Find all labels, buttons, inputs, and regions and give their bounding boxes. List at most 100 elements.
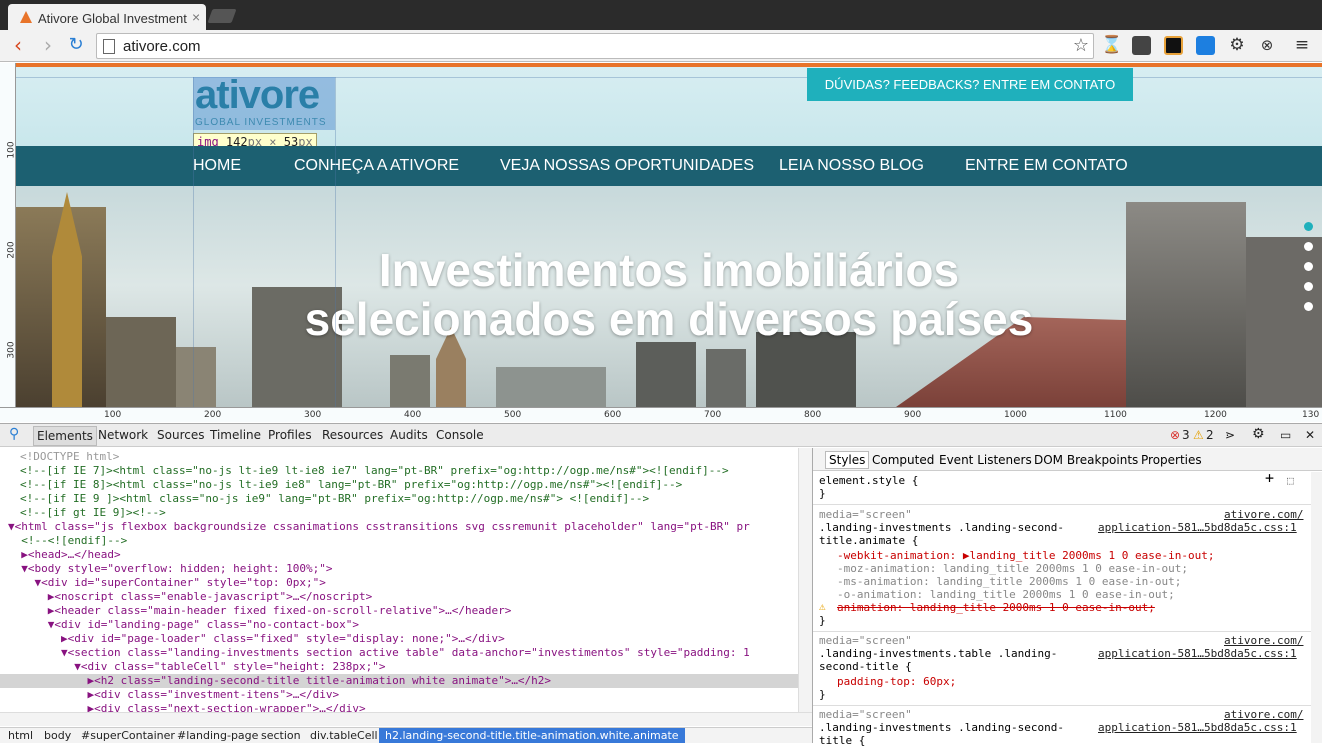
new-tab-button[interactable] <box>207 9 237 23</box>
dom-line[interactable]: ▶<div class="investment-itens">…</div> <box>8 688 806 702</box>
contact-button[interactable]: DÚVIDAS? FEEDBACKS? ENTRE EM CONTATO <box>807 68 1133 101</box>
k-extension-icon[interactable] <box>1164 36 1183 55</box>
bookmark-star-icon[interactable]: ☆ <box>1073 35 1089 56</box>
rule2-selector[interactable]: .landing-investments.table .landing- <box>819 647 1057 660</box>
dock-icon[interactable]: ▭ <box>1280 428 1291 442</box>
dom-line[interactable]: ▼<html class="js flexbox backgroundsize … <box>8 520 806 534</box>
crumb-body[interactable]: body <box>44 729 71 742</box>
tab-dom-breakpoints[interactable]: DOM Breakpoints <box>1034 453 1138 467</box>
tab-elements[interactable]: Elements <box>33 426 97 446</box>
nav-home[interactable]: HOME <box>193 157 241 175</box>
tab-ativore[interactable]: Ativore Global Investment × <box>8 4 206 31</box>
css-property[interactable]: padding-top: 60px; <box>837 675 956 688</box>
error-count[interactable]: 3 <box>1182 428 1190 442</box>
dom-line-selected[interactable]: ▶<h2 class="landing-second-title title-a… <box>0 674 798 688</box>
settings-gear-icon[interactable]: ⚙ <box>1252 426 1265 442</box>
source-file-link[interactable]: application-581…5bd8da5c.css:1 <box>1098 721 1297 734</box>
site-logo[interactable]: ativore GLOBAL INVESTMENTS <box>193 73 335 130</box>
nav-conheca[interactable]: CONHEÇA A ATIVORE <box>294 157 459 175</box>
crumb-h2-selected[interactable]: h2.landing-second-title.title-animation.… <box>379 728 685 743</box>
nav-oportunidades[interactable]: VEJA NOSSAS OPORTUNIDADES <box>500 157 754 175</box>
dom-line[interactable]: ▼<body style="overflow: hidden; height: … <box>8 562 806 576</box>
error-icon[interactable]: ⊗ <box>1170 428 1180 442</box>
sync-icon[interactable]: ⊗ <box>1255 34 1279 58</box>
dom-line[interactable]: <!--<![endif]--> <box>8 534 806 548</box>
rule1-selector-cont[interactable]: title.animate { <box>819 534 918 547</box>
tab-network[interactable]: Network <box>98 428 148 442</box>
tab-resources[interactable]: Resources <box>322 428 383 442</box>
nav-blog[interactable]: LEIA NOSSO BLOG <box>779 157 924 175</box>
dom-line[interactable]: ▶<head>…</head> <box>8 548 806 562</box>
source-file-link[interactable]: application-581…5bd8da5c.css:1 <box>1098 647 1297 660</box>
css-property[interactable]: -o-animation: landing_title 2000ms 1 0 e… <box>837 588 1175 601</box>
pocket-extension-icon[interactable] <box>1132 36 1151 55</box>
dom-line[interactable]: <!--[if IE 9 ]><html class="no-js ie9" l… <box>20 492 812 506</box>
slider-dot[interactable] <box>1304 262 1313 271</box>
dom-line[interactable]: ▼<div id="landing-page" class="no-contac… <box>8 618 806 632</box>
tab-close-icon[interactable]: × <box>192 9 200 25</box>
console-drawer-icon[interactable]: ⋗ <box>1225 428 1235 442</box>
dom-line[interactable]: ▶<div id="page-loader" class="fixed" sty… <box>8 632 806 646</box>
crumb-tablecell[interactable]: div.tableCell <box>310 729 378 742</box>
dom-line[interactable]: ▶<header class="main-header fixed fixed-… <box>8 604 806 618</box>
dom-line[interactable]: <!DOCTYPE html> <box>20 450 812 464</box>
source-file-link[interactable]: application-581…5bd8da5c.css:1 <box>1098 521 1297 534</box>
dom-line[interactable]: ▼<section class="landing-investments sec… <box>8 646 806 660</box>
address-bar[interactable]: ativore.com ☆ <box>96 33 1094 59</box>
dom-horizontal-scrollbar[interactable] <box>0 712 812 726</box>
dom-line[interactable]: ▶<noscript class="enable-javascript">…</… <box>8 590 806 604</box>
close-devtools-icon[interactable]: ✕ <box>1305 428 1315 442</box>
tab-audits[interactable]: Audits <box>390 428 428 442</box>
rule3-selector[interactable]: .landing-investments .landing-second- <box>819 721 1064 734</box>
reload-icon[interactable]: ↻ <box>64 34 88 58</box>
crumb-html[interactable]: html <box>8 729 33 742</box>
source-site-link[interactable]: ativore.com/ <box>1224 508 1303 521</box>
nav-contato[interactable]: ENTRE EM CONTATO <box>965 157 1128 175</box>
element-style-selector[interactable]: element.style { <box>819 474 918 487</box>
slider-dot[interactable] <box>1304 302 1313 311</box>
crumb-landing-page[interactable]: #landing-page <box>177 729 258 742</box>
dom-line[interactable]: ▼<div id="superContainer" style="top: 0p… <box>8 576 806 590</box>
dom-line[interactable]: ▼<div class="tableCell" style="height: 2… <box>8 660 806 674</box>
tab-computed[interactable]: Computed <box>872 453 934 467</box>
css-property[interactable]: -moz-animation: landing_title 2000ms 1 0… <box>837 562 1188 575</box>
warning-icon[interactable]: ⚠ <box>1193 428 1204 442</box>
tab-timeline[interactable]: Timeline <box>210 428 261 442</box>
styles-scrollbar[interactable] <box>1311 472 1322 743</box>
hourglass-icon[interactable]: ⌛ <box>1100 34 1124 58</box>
inspect-search-icon[interactable]: ⚲ <box>9 426 19 442</box>
dom-line[interactable]: <!--[if gt IE 9]><!--> <box>20 506 812 520</box>
tab-sources[interactable]: Sources <box>157 428 204 442</box>
rule1-selector[interactable]: .landing-investments .landing-second- <box>819 521 1064 534</box>
css-property-overridden[interactable]: animation: landing_title 2000ms 1 0 ease… <box>837 601 1155 614</box>
crumb-supercontainer[interactable]: #superContainer <box>81 729 175 742</box>
slider-dot[interactable] <box>1304 242 1313 251</box>
d-extension-icon[interactable] <box>1196 36 1215 55</box>
css-property[interactable]: -webkit-animation: ▶landing_title 2000ms… <box>837 549 1215 562</box>
back-arrow-icon[interactable]: ‹ <box>6 34 30 58</box>
crumb-section[interactable]: section <box>261 729 301 742</box>
rule2-selector-cont[interactable]: second-title { <box>819 660 912 673</box>
warning-count[interactable]: 2 <box>1206 428 1214 442</box>
source-site-link[interactable]: ativore.com/ <box>1224 708 1303 721</box>
toggle-state-icon[interactable]: ⬚ <box>1287 474 1294 487</box>
source-site-link[interactable]: ativore.com/ <box>1224 634 1303 647</box>
dom-line[interactable]: <!--[if IE 8]><html class="no-js lt-ie9 … <box>20 478 812 492</box>
forward-arrow-icon[interactable]: › <box>36 34 60 58</box>
css-property[interactable]: -ms-animation: landing_title 2000ms 1 0 … <box>837 575 1181 588</box>
gear-icon[interactable]: ⚙ <box>1225 34 1249 58</box>
dom-vertical-scrollbar[interactable] <box>798 448 812 712</box>
slider-dot[interactable] <box>1304 282 1313 291</box>
dom-line[interactable]: <!--[if IE 7]><html class="no-js lt-ie9 … <box>20 464 812 478</box>
rule3-selector-cont[interactable]: title { <box>819 734 865 747</box>
tab-styles[interactable]: Styles <box>825 451 870 469</box>
tab-event-listeners[interactable]: Event Listeners <box>939 453 1032 467</box>
add-rule-plus-icon[interactable]: + <box>1265 471 1274 486</box>
page-icon <box>103 39 115 54</box>
dom-line[interactable]: ▶<div class="next-section-wrapper">…</di… <box>8 702 806 712</box>
tab-properties[interactable]: Properties <box>1141 453 1202 467</box>
slider-dot-active[interactable] <box>1304 222 1313 231</box>
menu-icon[interactable]: ≡ <box>1290 34 1314 58</box>
tab-console[interactable]: Console <box>436 428 484 442</box>
tab-profiles[interactable]: Profiles <box>268 428 312 442</box>
